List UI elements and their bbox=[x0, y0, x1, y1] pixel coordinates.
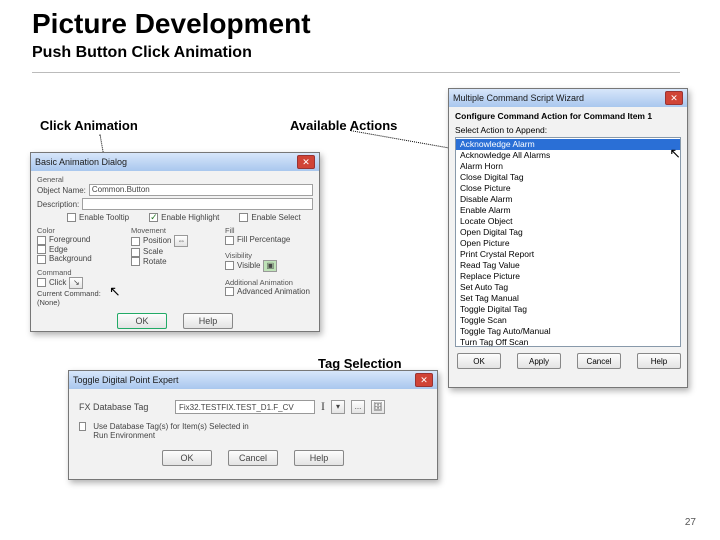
group-color: Color bbox=[37, 226, 125, 235]
label-tag-selection: Tag Selection bbox=[318, 356, 402, 371]
action-list-item[interactable]: Toggle Scan bbox=[456, 315, 680, 326]
background-option[interactable]: Background bbox=[37, 254, 125, 263]
fx-tag-field[interactable]: Fix32.TESTFIX.TEST_D1.F_CV bbox=[175, 400, 315, 414]
action-list-item[interactable]: Open Picture bbox=[456, 238, 680, 249]
text-cursor-icon: I bbox=[321, 399, 325, 414]
action-list-item[interactable]: Read Tag Value bbox=[456, 260, 680, 271]
dialog-title: Multiple Command Script Wizard bbox=[453, 93, 584, 103]
visible-option[interactable]: Visible▣ bbox=[225, 260, 313, 272]
dropdown-button[interactable]: ▾ bbox=[331, 400, 345, 414]
action-list-item[interactable]: Locate Object bbox=[456, 216, 680, 227]
dialog-title: Basic Animation Dialog bbox=[35, 157, 127, 167]
group-command: Command bbox=[37, 268, 125, 277]
object-name-field[interactable]: Common.Button bbox=[89, 184, 313, 196]
browse-button[interactable]: ... bbox=[351, 400, 365, 414]
help-button[interactable]: Help bbox=[294, 450, 344, 466]
action-list-item[interactable]: Open Digital Tag bbox=[456, 227, 680, 238]
help-button[interactable]: Help bbox=[183, 313, 233, 329]
slide-subtitle: Push Button Click Animation bbox=[32, 44, 252, 62]
visible-config-button[interactable]: ▣ bbox=[263, 260, 277, 272]
action-list[interactable]: Acknowledge AlarmAcknowledge All AlarmsA… bbox=[455, 137, 681, 347]
description-label: Description: bbox=[37, 200, 79, 209]
group-fill: Fill bbox=[225, 226, 313, 235]
action-list-item[interactable]: Alarm Horn bbox=[456, 161, 680, 172]
ok-button[interactable]: OK bbox=[117, 313, 167, 329]
tag-expert-dialog: Toggle Digital Point Expert ✕ FX Databas… bbox=[68, 370, 438, 480]
description-field[interactable] bbox=[82, 198, 313, 210]
dialog-titlebar: Multiple Command Script Wizard ✕ bbox=[449, 89, 687, 107]
action-list-item[interactable]: Toggle Digital Tag bbox=[456, 304, 680, 315]
group-additional: Additional Animation bbox=[225, 278, 313, 287]
action-list-item[interactable]: Close Picture bbox=[456, 183, 680, 194]
wizard-subhead: Select Action to Append: bbox=[455, 125, 681, 135]
position-option[interactable]: Position⇔ bbox=[131, 235, 219, 247]
dialog-titlebar: Toggle Digital Point Expert ✕ bbox=[69, 371, 437, 389]
slide-title: Picture Development bbox=[32, 8, 311, 40]
close-icon[interactable]: ✕ bbox=[415, 373, 433, 387]
dialog-title: Toggle Digital Point Expert bbox=[73, 375, 179, 385]
edge-option[interactable]: Edge bbox=[37, 245, 125, 254]
command-wizard-dialog: Multiple Command Script Wizard ✕ Configu… bbox=[448, 88, 688, 388]
dialog-titlebar: Basic Animation Dialog ✕ bbox=[31, 153, 319, 171]
fx-tag-label: FX Database Tag bbox=[79, 402, 169, 412]
group-movement: Movement bbox=[131, 226, 219, 235]
apply-button[interactable]: Apply bbox=[517, 353, 561, 369]
action-list-item[interactable]: Toggle Tag Auto/Manual bbox=[456, 326, 680, 337]
action-list-item[interactable]: Print Crystal Report bbox=[456, 249, 680, 260]
action-list-item[interactable]: Close Digital Tag bbox=[456, 172, 680, 183]
ok-button[interactable]: OK bbox=[162, 450, 212, 466]
enable-select-option[interactable]: Enable Select bbox=[239, 213, 300, 222]
action-list-item[interactable]: Enable Alarm bbox=[456, 205, 680, 216]
tag-helper-button[interactable]: 🗄 bbox=[371, 400, 385, 414]
action-list-item[interactable]: Disable Alarm bbox=[456, 194, 680, 205]
page-number: 27 bbox=[685, 517, 696, 528]
click-config-button[interactable]: ↘ bbox=[69, 277, 83, 289]
enable-highlight-option[interactable]: Enable Highlight bbox=[149, 213, 219, 222]
current-command-label: Current Command: bbox=[37, 289, 101, 298]
divider bbox=[32, 72, 680, 73]
action-list-item[interactable]: Replace Picture bbox=[456, 271, 680, 282]
cursor-icon: ↖ bbox=[109, 283, 121, 300]
cancel-button[interactable]: Cancel bbox=[228, 450, 278, 466]
group-visibility: Visibility bbox=[225, 251, 313, 260]
scale-option[interactable]: Scale bbox=[131, 247, 219, 256]
close-icon[interactable]: ✕ bbox=[297, 155, 315, 169]
wizard-heading: Configure Command Action for Command Ite… bbox=[455, 111, 681, 121]
label-click-animation: Click Animation bbox=[40, 118, 138, 133]
action-list-item[interactable]: Set Tag Manual bbox=[456, 293, 680, 304]
rotate-option[interactable]: Rotate bbox=[131, 257, 219, 266]
action-list-item[interactable]: Turn Tag Off Scan bbox=[456, 337, 680, 347]
fill-percentage-option[interactable]: Fill Percentage bbox=[225, 235, 313, 244]
advanced-animation-option[interactable]: Advanced Animation bbox=[225, 287, 313, 296]
position-config-button[interactable]: ⇔ bbox=[174, 235, 188, 247]
use-db-tag-option[interactable]: Use Database Tag(s) for Item(s) Selected… bbox=[79, 422, 259, 440]
ok-button[interactable]: OK bbox=[457, 353, 501, 369]
basic-animation-dialog: Basic Animation Dialog ✕ General Object … bbox=[30, 152, 320, 332]
cursor-icon: ↖ bbox=[669, 145, 681, 162]
action-list-item[interactable]: Acknowledge Alarm bbox=[456, 139, 680, 150]
group-general: General bbox=[37, 175, 313, 184]
object-name-label: Object Name: bbox=[37, 186, 86, 195]
action-list-item[interactable]: Acknowledge All Alarms bbox=[456, 150, 680, 161]
action-list-item[interactable]: Set Auto Tag bbox=[456, 282, 680, 293]
current-command-value: (None) bbox=[37, 298, 60, 307]
cancel-button[interactable]: Cancel bbox=[577, 353, 621, 369]
foreground-option[interactable]: Foreground bbox=[37, 235, 125, 244]
enable-tooltip-option[interactable]: Enable Tooltip bbox=[67, 213, 129, 222]
close-icon[interactable]: ✕ bbox=[665, 91, 683, 105]
label-available-actions: Available Actions bbox=[290, 118, 397, 133]
help-button[interactable]: Help bbox=[637, 353, 681, 369]
